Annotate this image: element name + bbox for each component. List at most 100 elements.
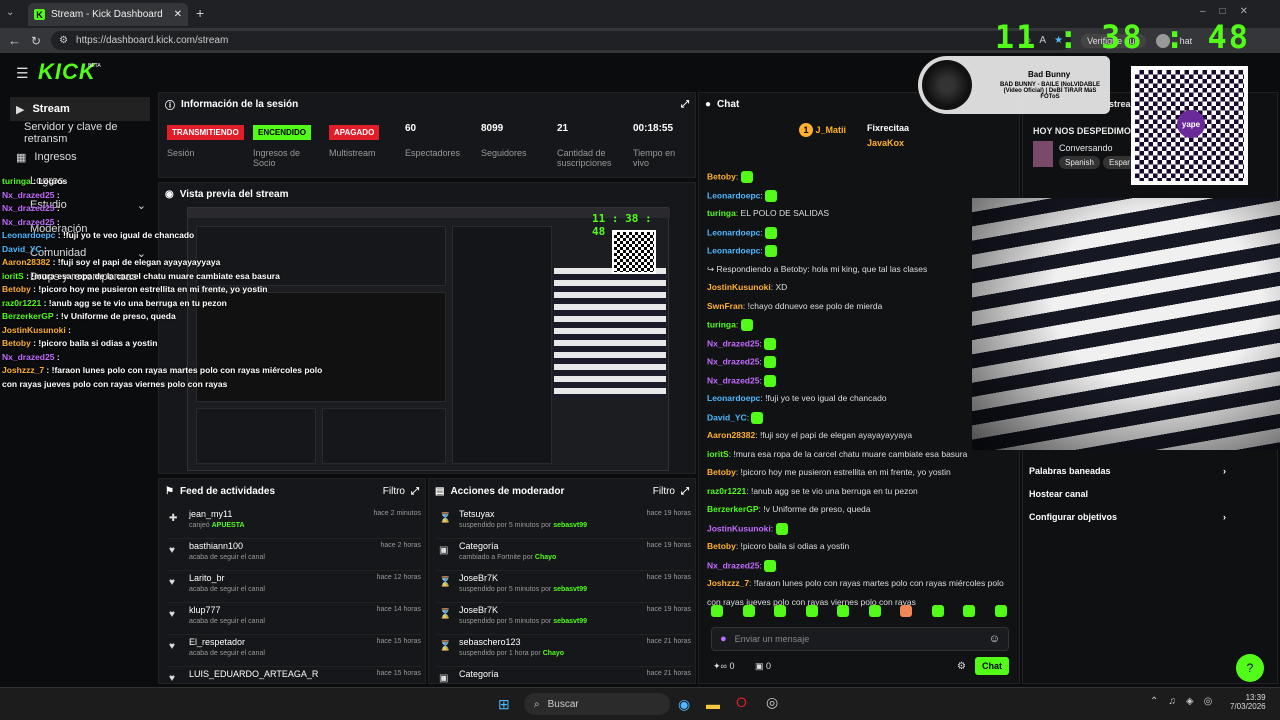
new-tab-icon[interactable]: + — [196, 5, 204, 21]
back-icon[interactable]: ← — [8, 33, 21, 48]
chat-message[interactable]: ↪ Respondiendo a Betoby: hola mi king, q… — [707, 264, 1007, 275]
sidebar-item-ingresos[interactable]: ▦ Ingresos — [10, 145, 150, 169]
emoji-icon[interactable]: ☺ — [989, 633, 1000, 645]
overlay-chat-message: JostinKusunoki : — [2, 324, 71, 335]
feed-row[interactable]: ♥ Larito_br acaba de seguir el canal hac… — [167, 571, 421, 603]
chat-message[interactable]: turinga: — [707, 319, 1007, 331]
chat-input[interactable]: ● Enviar un mensaje ☺ — [711, 627, 1009, 651]
chat-message[interactable]: Leonardoepc: — [707, 189, 1007, 202]
stat-subs: 21 Cantidad de suscripciones — [557, 123, 612, 168]
overlay-chat-message: raz0r1221 : !anub agg se te vio una berr… — [2, 297, 227, 308]
chat-settings-icon[interactable]: ⚙ — [957, 661, 966, 672]
overlay-chat-message: Joshzzz_7 : !faraon lunes polo con rayas… — [2, 365, 323, 375]
mod-filter-button[interactable]: Filtro — [653, 486, 675, 497]
feed-row[interactable]: ♥ basthiann100 acaba de seguir el canal … — [167, 539, 421, 571]
feed-row[interactable]: ♥ LUIS_EDUARDO_ARTEAGA_R hace 15 horas — [167, 667, 421, 684]
feed-row[interactable]: ✚ jean_my11 canjeó APUESTA hace 2 minuto… — [167, 507, 421, 539]
close-tab-icon[interactable]: ✕ — [174, 9, 182, 20]
emote-icon — [765, 189, 778, 202]
mod-row[interactable]: ▣ Categoría hace 21 horas — [437, 667, 691, 683]
chat-message[interactable]: Nx_drazed25: — [707, 337, 1007, 350]
mod-row[interactable]: ⌛ JoseBr7K suspendido por 5 minutos por … — [437, 571, 691, 603]
chat-message[interactable]: David_YC: — [707, 411, 1007, 424]
chat-message[interactable]: Nx_drazed25: — [707, 356, 1007, 368]
edge-icon[interactable]: ◉ — [678, 696, 690, 713]
category-icon: ▣ — [439, 545, 449, 556]
top-gifter-1: 1 J_Matii — [799, 123, 846, 137]
chat-message[interactable]: Betoby: — [707, 171, 1007, 183]
support-chat-icon[interactable]: ? — [1236, 654, 1264, 682]
sidebar-item-server-key[interactable]: Servidor y clave de retransm — [10, 121, 150, 145]
stream-video[interactable]: 11 : 38 : 48 — [187, 207, 670, 471]
chat-message[interactable]: Nx_drazed25: — [707, 374, 1007, 387]
taskbar-clock[interactable]: 13:39 7/03/2026 — [1230, 693, 1266, 711]
yape-logo: yape — [1177, 110, 1205, 138]
emote-bar[interactable] — [711, 605, 1007, 621]
heart-icon: ♥ — [169, 673, 175, 684]
tab-menu-icon[interactable]: ⌄ — [6, 7, 14, 18]
taskbar-search[interactable]: ⌕ Buscar — [524, 693, 670, 715]
chat-message[interactable]: Nx_drazed25: — [707, 559, 1007, 572]
chat-message[interactable]: BerzerkerGP: !v Uniforme de preso, queda — [707, 504, 1007, 514]
windows-start-icon[interactable]: ⊞ — [498, 696, 510, 713]
hamburger-menu-icon[interactable]: ☰ — [16, 65, 29, 82]
chat-message[interactable]: raz0r1221: !anub agg se te vio una berru… — [707, 486, 1007, 496]
heart-icon: ♥ — [169, 545, 175, 556]
chat-message[interactable]: Betoby: !picoro baila si odias a yostin — [707, 541, 1007, 551]
chat-send-button[interactable]: Chat — [975, 657, 1009, 675]
chat-message[interactable]: JostinKusunoki: — [707, 522, 1007, 535]
chat-message[interactable]: Leonardoepc: !fuji yo te veo igual de ch… — [707, 393, 1007, 403]
menu-banned-words[interactable]: Palabras baneadas › — [1029, 466, 1226, 476]
stream-preview-panel: ◉ Vista previa del stream 11 : 38 : 48 — [158, 182, 696, 474]
feed-row[interactable]: ♥ klup777 acaba de seguir el canal hace … — [167, 603, 421, 635]
popout-icon[interactable]: ⤢ — [411, 486, 419, 497]
opera-icon[interactable]: O — [736, 694, 747, 710]
heart-icon: ♥ — [169, 609, 175, 620]
chat-message[interactable]: ioritS: !mura esa ropa de la carcel chat… — [707, 449, 1007, 459]
chat-message[interactable]: Leonardoepc: — [707, 226, 1007, 239]
nested-mod — [322, 408, 446, 464]
chat-message[interactable]: JostinKusunoki: XD — [707, 282, 1007, 292]
site-info-icon[interactable]: ⚙ — [59, 35, 68, 46]
sidebar-item-stream[interactable]: ▶ Stream — [10, 97, 150, 121]
feed-filter-button[interactable]: Filtro — [383, 486, 405, 497]
mod-row[interactable]: ⌛ JoseBr7K suspendido por 5 minutos por … — [437, 603, 691, 635]
windows-taskbar: ⊞ ⌕ Buscar ◉ ▬ O ◎ ⌃♫◈◎ 13:39 7/03/2026 ? — [0, 654, 1280, 720]
emote-icon — [764, 356, 777, 368]
activity-feed-header: ⚑ Feed de actividades Filtro ⤢ — [165, 485, 419, 497]
system-tray[interactable]: ⌃♫◈◎ — [1150, 696, 1222, 707]
chat-message[interactable]: SwnFran: !chayo ddnuevo ese polo de mier… — [707, 301, 1007, 311]
overlay-chat-message: BerzerkerGP : !v Uniforme de preso, qued… — [2, 311, 176, 321]
overlay-chat-message: ioritS : !mura esa ropa de la carcel cha… — [2, 270, 280, 281]
stat-live-time: 00:18:55 Tiempo en vivo — [633, 123, 676, 168]
overlay-chat-message: Betoby : !picoro baila si odias a yostin — [2, 338, 158, 348]
overlay-chat-message: Nx_drazed25 : — [2, 189, 60, 200]
mod-row[interactable]: ▣ Categoría cambiado a Fortnite por Chay… — [437, 539, 691, 571]
activity-feed-panel: ⚑ Feed de actividades Filtro ⤢ ✚ jean_my… — [158, 478, 426, 684]
chat-message[interactable]: Betoby: !picoro hoy me pusieron estrelli… — [707, 467, 1007, 477]
chat-message[interactable]: Joshzzz_7: !faraon lunes polo con rayas … — [707, 578, 1007, 588]
chat-message[interactable]: Leonardoepc: — [707, 245, 1007, 257]
tag-spanish: Spanish — [1059, 156, 1100, 169]
window-controls[interactable]: –□✕ — [1200, 6, 1262, 17]
emote-icon — [765, 226, 778, 239]
app-icon[interactable]: ◎ — [766, 694, 778, 711]
reload-icon[interactable]: ↻ — [31, 34, 41, 48]
file-explorer-icon[interactable]: ▬ — [706, 696, 720, 712]
url-field[interactable]: ⚙ https://dashboard.kick.com/stream ⌕ A … — [51, 31, 1072, 50]
overlay-chat-message: Aaron28382 : !fuji soy el papi de elegan… — [2, 257, 221, 267]
webcam-overlay — [972, 198, 1280, 450]
mic-icon[interactable]: ● — [720, 633, 727, 645]
mod-row[interactable]: ⌛ sebaschero123 suspendido por 1 hora po… — [437, 635, 691, 667]
chat-message[interactable]: Aaron28382: !fuji soy el papi de elegan … — [707, 430, 1007, 440]
menu-host-channel[interactable]: Hostear canal — [1029, 489, 1088, 499]
wallet-icon: ▦ — [16, 151, 27, 164]
mod-row[interactable]: ⌛ Tetsuyax suspendido por 5 minutos por … — [437, 507, 691, 539]
popout-icon[interactable]: ⤢ — [681, 486, 689, 497]
popout-icon[interactable]: ⤢ — [681, 99, 689, 110]
chat-message[interactable]: turinga: EL POLO DE SALIDAS — [707, 208, 1007, 218]
menu-goals[interactable]: Configurar objetivos › — [1029, 512, 1226, 522]
mod-actions-header: ▤ Acciones de moderador Filtro ⤢ — [435, 485, 689, 497]
browser-tab[interactable]: K Stream - Kick Dashboard ✕ — [28, 3, 188, 26]
feed-row[interactable]: ♥ El_respetador acaba de seguir el canal… — [167, 635, 421, 667]
